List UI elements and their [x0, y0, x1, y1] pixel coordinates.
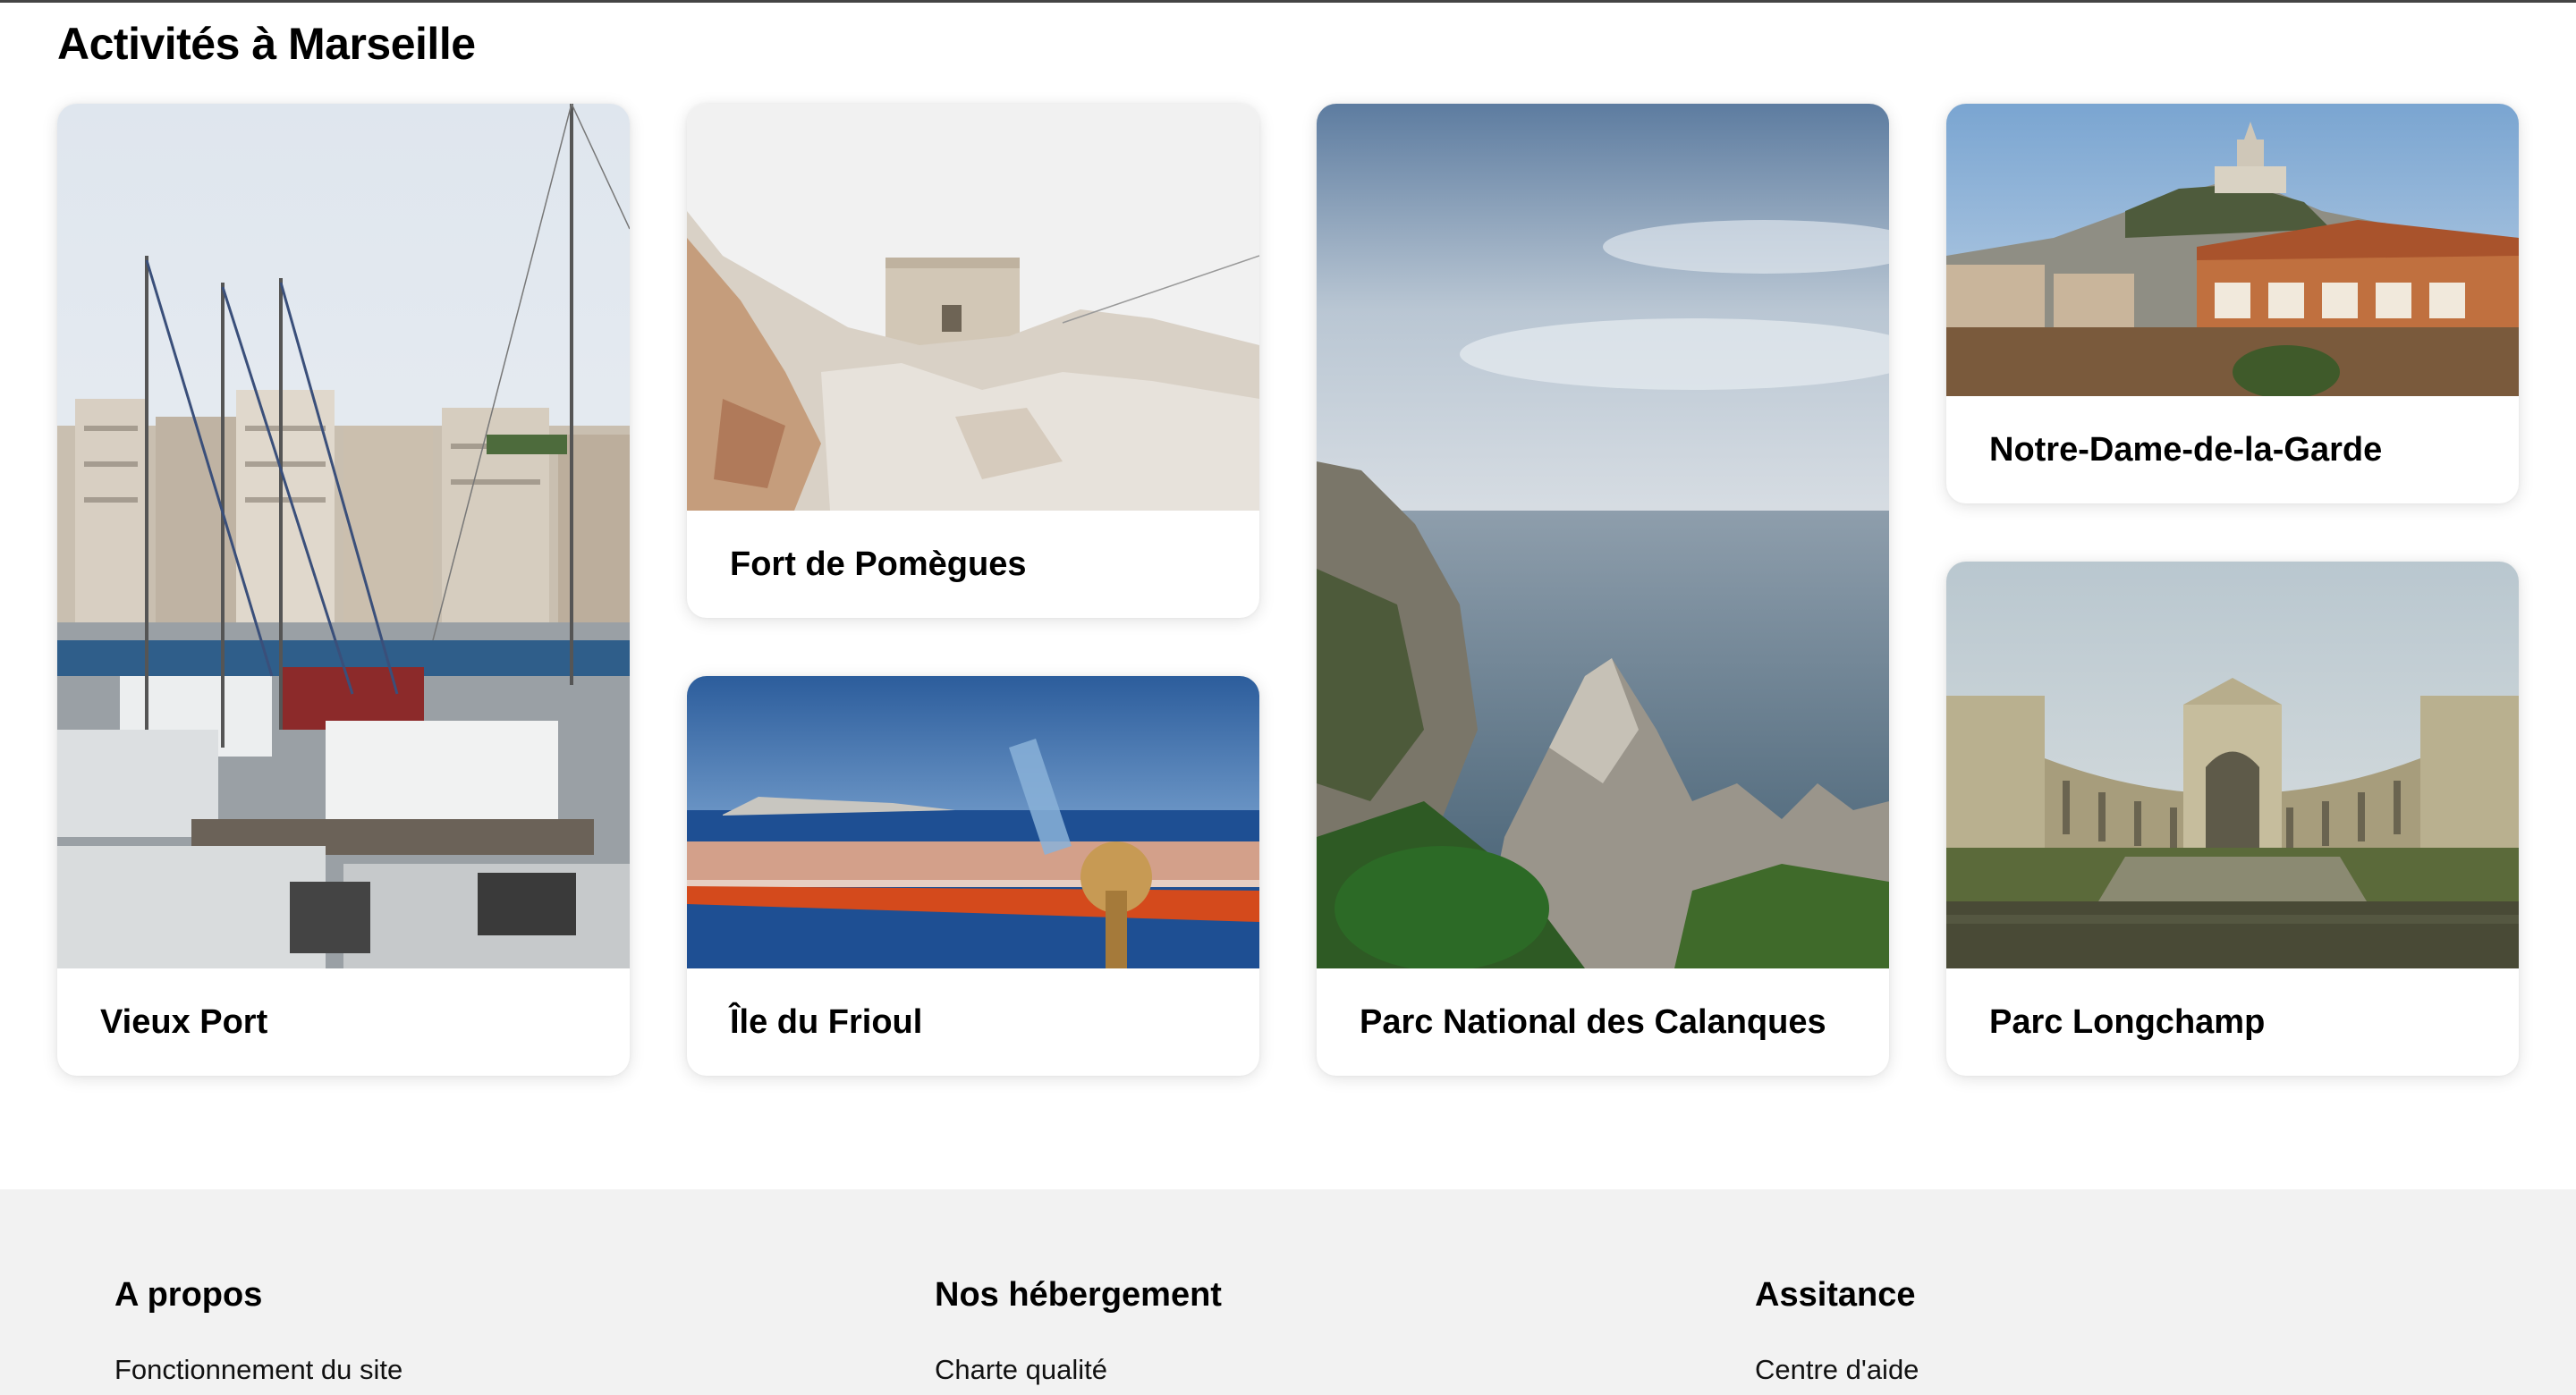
palace-photo — [1946, 562, 2519, 968]
calanques-photo — [1317, 104, 1889, 968]
activity-card-parc-longchamp[interactable]: Parc Longchamp — [1946, 562, 2519, 1076]
activity-card-ile-du-frioul[interactable]: Île du Frioul — [687, 676, 1259, 1076]
footer-link-quality-charter[interactable]: Charte qualité — [935, 1352, 1107, 1388]
basilica-photo — [1946, 104, 2519, 396]
card-title: Île du Frioul — [730, 1003, 923, 1041]
section-title: Activités à Marseille — [57, 19, 476, 69]
activity-card-fort-de-pomegues[interactable]: Fort de Pomègues — [687, 104, 1259, 618]
card-title: Fort de Pomègues — [730, 545, 1027, 583]
fort-photo — [687, 104, 1259, 511]
activity-card-vieux-port[interactable]: Vieux Port — [57, 104, 630, 1076]
card-title: Parc National des Calanques — [1360, 1003, 1826, 1041]
island-photo — [687, 676, 1259, 968]
top-border — [0, 0, 2576, 3]
footer-heading: Assitance — [1755, 1276, 1916, 1314]
harbor-photo — [57, 104, 630, 968]
activity-card-notre-dame-de-la-garde[interactable]: Notre-Dame-de-la-Garde — [1946, 104, 2519, 503]
footer: A propos Fonctionnement du site Nos hébe… — [0, 1189, 2576, 1395]
card-title: Vieux Port — [100, 1003, 268, 1041]
activity-card-parc-national-des-calanques[interactable]: Parc National des Calanques — [1317, 104, 1889, 1076]
card-title: Notre-Dame-de-la-Garde — [1989, 431, 2383, 469]
footer-link-how-it-works[interactable]: Fonctionnement du site — [114, 1352, 402, 1388]
footer-heading: A propos — [114, 1276, 263, 1314]
footer-link-help-center[interactable]: Centre d'aide — [1755, 1352, 1919, 1388]
footer-heading: Nos hébergement — [935, 1276, 1222, 1314]
card-title: Parc Longchamp — [1989, 1003, 2266, 1041]
